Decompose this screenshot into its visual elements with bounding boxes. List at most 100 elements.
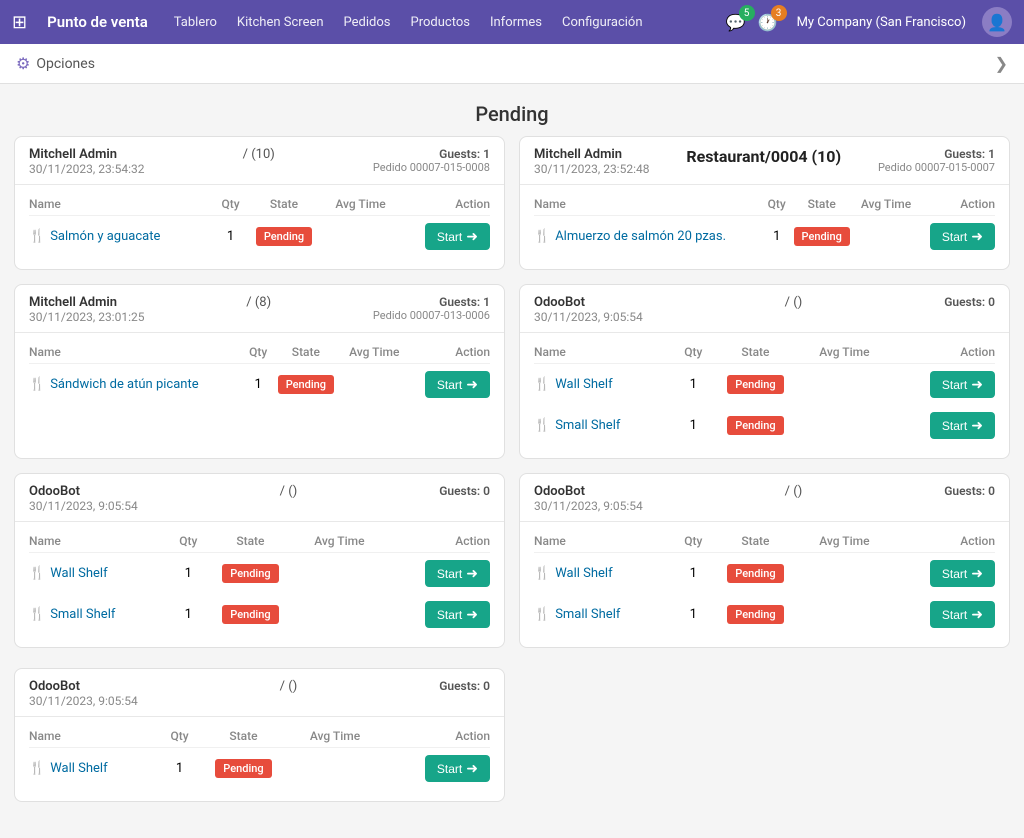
table-row: 🍴Small Shelf 1 Pending Start➜	[534, 594, 995, 635]
arrow-icon: ➜	[466, 606, 478, 623]
date-5: 30/11/2023, 9:05:54	[534, 499, 643, 513]
chat-badge-wrap[interactable]: 💬 5	[725, 11, 747, 33]
table-3: / ()	[785, 295, 803, 310]
card-header-6: OdooBot 30/11/2023, 9:05:54 / () Guests:…	[15, 669, 504, 717]
state-badge: Pending	[278, 375, 334, 394]
nav-tablero[interactable]: Tablero	[172, 11, 219, 34]
col-state: State	[270, 341, 342, 364]
order-table-5: Name Qty State Avg Time Action 🍴Wall She…	[520, 522, 1009, 647]
start-button[interactable]: Start➜	[930, 601, 995, 628]
user-avatar[interactable]: 👤	[982, 7, 1012, 37]
fork-icon: 🍴	[29, 566, 45, 581]
state-badge: Pending	[222, 605, 278, 624]
card-right-0: Guests: 1 Pedido 00007-015-0008	[373, 147, 490, 174]
col-name: Name	[29, 725, 164, 748]
item-action-5-1: Start➜	[886, 594, 995, 635]
item-action-4-1: Start➜	[381, 594, 490, 635]
col-qty: Qty	[173, 530, 203, 553]
table-row: 🍴Small Shelf 1 Pending Start➜	[29, 594, 490, 635]
card-header-0: Mitchell Admin 30/11/2023, 23:54:32 / (1…	[15, 137, 504, 185]
arrow-icon: ➜	[466, 565, 478, 582]
start-button[interactable]: Start➜	[425, 371, 490, 398]
clock-badge-wrap[interactable]: 🕐 3	[757, 11, 779, 33]
fork-icon: 🍴	[534, 377, 550, 392]
col-state: State	[195, 725, 292, 748]
col-avgtime: Avg Time	[802, 530, 886, 553]
item-avgtime-1-0	[856, 216, 917, 258]
bottom-row: OdooBot 30/11/2023, 9:05:54 / () Guests:…	[0, 668, 1024, 822]
item-name-5-0: 🍴Wall Shelf	[534, 566, 678, 581]
order-table-4: Name Qty State Avg Time Action 🍴Wall She…	[15, 522, 504, 647]
item-name-5-1: 🍴Small Shelf	[534, 607, 678, 622]
item-action-6-0: Start➜	[378, 748, 490, 790]
admin-name-5: OdooBot	[534, 484, 643, 499]
card-left-2: Mitchell Admin 30/11/2023, 23:01:25	[29, 295, 144, 324]
item-qty-4-1: 1	[173, 594, 203, 635]
table-row: 🍴Wall Shelf 1 Pending Start➜	[29, 553, 490, 595]
nav-icons: 💬 5 🕐 3 My Company (San Francisco) 👤	[725, 7, 1012, 37]
start-button[interactable]: Start➜	[930, 412, 995, 439]
date-6: 30/11/2023, 9:05:54	[29, 694, 138, 708]
card-right-4: Guests: 0	[439, 484, 490, 498]
admin-name-1: Mitchell Admin	[534, 147, 649, 162]
item-name-0-0: 🍴Salmón y aguacate	[29, 229, 218, 244]
item-state-5-1: Pending	[708, 594, 802, 635]
start-button[interactable]: Start➜	[425, 601, 490, 628]
col-state: State	[244, 193, 325, 216]
nav-informes[interactable]: Informes	[488, 11, 544, 34]
fork-icon: 🍴	[534, 566, 550, 581]
start-button[interactable]: Start➜	[425, 223, 490, 250]
nav-kitchen[interactable]: Kitchen Screen	[235, 11, 326, 34]
item-avgtime-2-0	[342, 364, 407, 406]
card-center-0: / (10)	[243, 147, 275, 162]
item-action-4-0: Start➜	[381, 553, 490, 595]
table-2: / (8)	[246, 295, 271, 310]
order-table-0: Name Qty State Avg Time Action 🍴Salmón y…	[15, 185, 504, 269]
item-avgtime-6-0	[292, 748, 378, 790]
table-1: Restaurant/0004 (10)	[686, 147, 841, 166]
nav-configuracion[interactable]: Configuración	[560, 11, 645, 34]
order-table-1: Name Qty State Avg Time Action 🍴Almuerzo…	[520, 185, 1009, 269]
start-button[interactable]: Start➜	[930, 560, 995, 587]
card-left-3: OdooBot 30/11/2023, 9:05:54	[534, 295, 643, 324]
item-state-3-0: Pending	[708, 364, 802, 406]
item-qty-1-0: 1	[766, 216, 788, 258]
table-6: / ()	[280, 679, 298, 694]
table-4: / ()	[280, 484, 298, 499]
item-qty-4-0: 1	[173, 553, 203, 595]
app-grid-icon[interactable]: ⊞	[12, 12, 27, 33]
item-state-6-0: Pending	[195, 748, 292, 790]
nav-productos[interactable]: Productos	[409, 11, 472, 34]
col-name: Name	[534, 193, 766, 216]
order-id-1: Pedido 00007-015-0007	[878, 161, 995, 174]
item-action-3-0: Start➜	[886, 364, 995, 406]
card-left-0: Mitchell Admin 30/11/2023, 23:54:32	[29, 147, 144, 176]
arrow-icon: ➜	[466, 376, 478, 393]
clock-badge: 3	[771, 5, 787, 21]
state-badge: Pending	[727, 564, 783, 583]
order-card-3: OdooBot 30/11/2023, 9:05:54 / () Guests:…	[519, 284, 1010, 459]
arrow-icon: ➜	[971, 376, 983, 393]
start-button[interactable]: Start➜	[930, 371, 995, 398]
col-action: Action	[381, 530, 490, 553]
item-name-4-0: 🍴Wall Shelf	[29, 566, 173, 581]
col-qty: Qty	[766, 193, 788, 216]
item-name-4-1: 🍴Small Shelf	[29, 607, 173, 622]
top-nav: ⊞ Punto de venta Tablero Kitchen Screen …	[0, 0, 1024, 44]
options-chevron-icon[interactable]: ❯	[995, 54, 1008, 73]
item-state-2-0: Pending	[270, 364, 342, 406]
fork-icon: 🍴	[29, 607, 45, 622]
state-badge: Pending	[794, 227, 850, 246]
page-title: Pending	[0, 84, 1024, 136]
start-button[interactable]: Start➜	[930, 223, 995, 250]
brand-label: Punto de venta	[47, 13, 148, 31]
item-avgtime-3-1	[802, 405, 886, 446]
start-button[interactable]: Start➜	[425, 560, 490, 587]
col-qty: Qty	[678, 530, 708, 553]
guests-4: Guests: 0	[439, 484, 490, 498]
start-button[interactable]: Start➜	[425, 755, 490, 782]
admin-name-4: OdooBot	[29, 484, 138, 499]
state-badge: Pending	[215, 759, 271, 778]
nav-pedidos[interactable]: Pedidos	[342, 11, 393, 34]
card-header-4: OdooBot 30/11/2023, 9:05:54 / () Guests:…	[15, 474, 504, 522]
